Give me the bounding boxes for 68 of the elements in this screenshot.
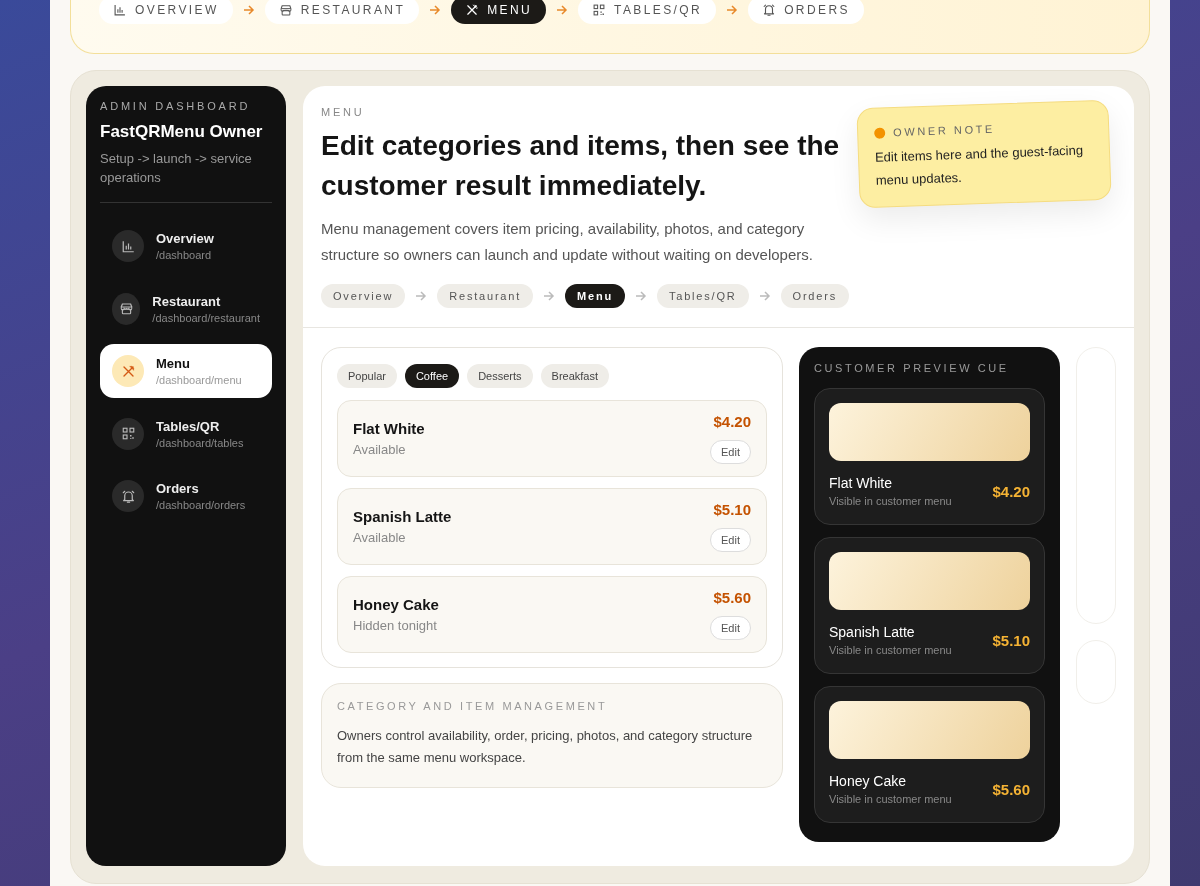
- step-tab[interactable]: OVERVIEW: [99, 0, 233, 24]
- step-tab[interactable]: Menu: [565, 284, 625, 308]
- note-text: Edit items here and the guest-facing menu updates.: [874, 141, 1085, 190]
- item-name: Spanish Latte: [353, 508, 452, 525]
- step-tab[interactable]: TABLES/QR: [578, 0, 717, 24]
- app-subtitle: Setup -> launch -> service operations: [100, 150, 253, 187]
- bell-icon: [762, 3, 777, 17]
- chart-icon: [120, 238, 136, 254]
- step-tab[interactable]: ORDERS: [748, 0, 864, 24]
- sidebar-item[interactable]: Restaurant /dashboard/restaurant: [100, 281, 272, 336]
- arrow-icon: [556, 4, 569, 16]
- item-status: Hidden tonight: [353, 618, 438, 633]
- item-name: Flat White: [353, 420, 425, 437]
- step-tab[interactable]: Overview: [321, 284, 406, 308]
- category-tab[interactable]: Coffee: [404, 364, 460, 388]
- bell-icon: [120, 488, 136, 504]
- sidebar-item[interactable]: Menu /dashboard/menu: [100, 344, 272, 398]
- item-caption: Visible in customer menu: [829, 793, 952, 805]
- info-text: Owners control availability, order, pricing, photos, and category structure from the same menu workspace.: [337, 727, 754, 767]
- info-title: CATEGORY AND ITEM MANAGEMENT: [337, 700, 609, 712]
- item-price: $5.60: [713, 589, 751, 606]
- item-caption: Visible in customer menu: [829, 644, 952, 656]
- note-title: OWNER NOTE: [892, 122, 996, 139]
- page-description: Menu management covers item pricing, availability, photos, and category structure so owners can launch and update without waiting on developers.: [321, 219, 814, 265]
- page-heading: Edit categories and items, then see the customer result immediately.: [321, 129, 841, 203]
- arrow-icon: [415, 290, 428, 302]
- arrow-icon: [635, 290, 647, 302]
- app-title: FastQRMenu Owner: [100, 122, 264, 142]
- qr-code-icon: [120, 426, 136, 441]
- arrow-icon: [758, 290, 771, 302]
- arrow-icon: [242, 4, 255, 16]
- item-name: Honey Cake: [353, 596, 439, 613]
- item-status: Available: [353, 530, 407, 545]
- step-tab[interactable]: MENU: [451, 0, 547, 24]
- item-status: Available: [353, 442, 407, 457]
- item-price: $5.60: [992, 780, 1030, 798]
- preview-title: CUSTOMER PREVIEW CUE: [814, 362, 1010, 374]
- qr-code-icon: [592, 3, 607, 17]
- sidebar-eyebrow: ADMIN DASHBOARD: [100, 100, 252, 112]
- sidebar-item[interactable]: Overview /dashboard: [100, 219, 272, 273]
- storefront-icon: [118, 301, 134, 316]
- item-name: Honey Cake: [829, 773, 908, 789]
- item-price: $4.20: [992, 482, 1030, 500]
- sidebar-item[interactable]: Orders /dashboard/orders: [100, 469, 272, 523]
- step-tab[interactable]: Tables/QR: [657, 284, 749, 308]
- arrow-icon: [543, 290, 556, 302]
- item-price: $5.10: [992, 631, 1030, 649]
- item-name: Spanish Latte: [829, 624, 916, 640]
- edit-button[interactable]: Edit: [710, 616, 751, 640]
- sidebar-item[interactable]: Tables/QR /dashboard/tables: [100, 406, 272, 461]
- step-tab[interactable]: Orders: [780, 284, 849, 308]
- edit-button[interactable]: Edit: [710, 528, 751, 552]
- chart-icon: [113, 3, 127, 17]
- step-tab[interactable]: RESTAURANT: [264, 0, 420, 24]
- storefront-icon: [278, 3, 293, 17]
- category-tab[interactable]: Popular: [337, 364, 397, 388]
- item-name: Flat White: [829, 475, 893, 491]
- category-tab[interactable]: Breakfast: [540, 364, 609, 388]
- item-price: $5.10: [713, 501, 751, 518]
- step-tab[interactable]: Restaurant: [437, 284, 534, 308]
- category-tab[interactable]: Desserts: [467, 364, 533, 388]
- arrow-icon: [429, 4, 442, 16]
- status-dot: [874, 126, 886, 139]
- arrow-icon: [726, 4, 739, 16]
- edit-button[interactable]: Edit: [710, 440, 751, 464]
- item-caption: Visible in customer menu: [829, 495, 952, 507]
- section-eyebrow: MENU: [321, 106, 366, 118]
- item-price: $4.20: [713, 413, 751, 430]
